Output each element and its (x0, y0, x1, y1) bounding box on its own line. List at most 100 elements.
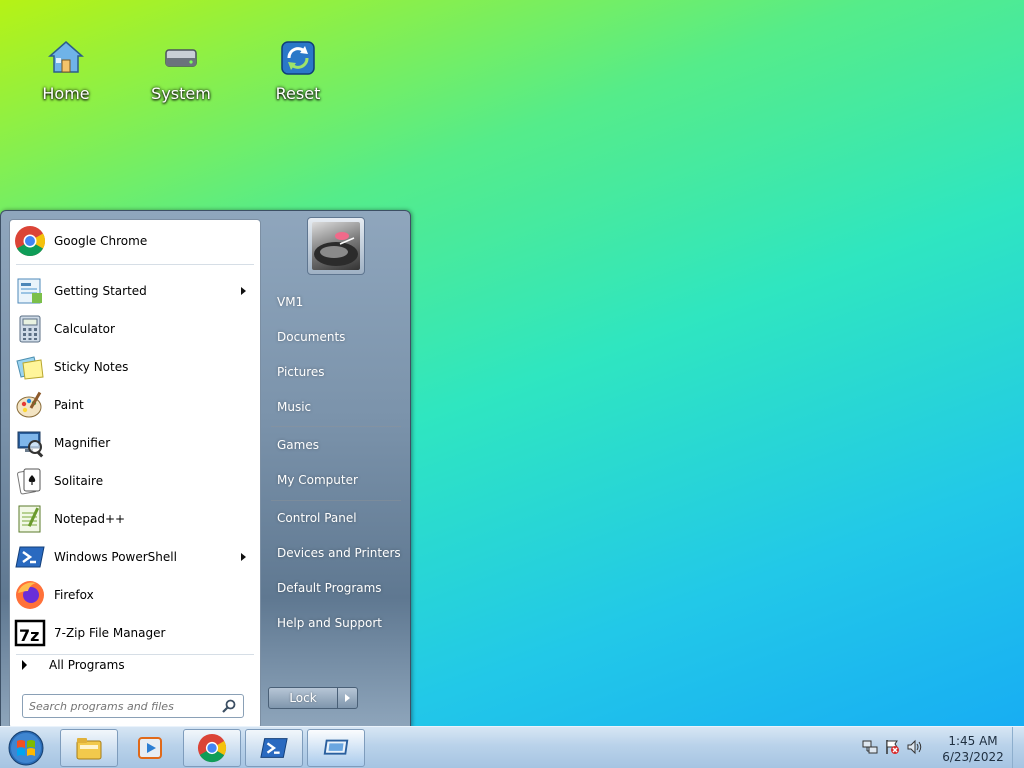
all-programs-label: All Programs (49, 658, 125, 672)
clock-date: 6/23/2022 (942, 750, 1004, 764)
program-magnifier[interactable]: Magnifier (12, 424, 258, 462)
desktop-icon-system[interactable]: System (136, 38, 226, 103)
volume-icon[interactable] (906, 739, 922, 755)
paint-icon (16, 391, 42, 418)
program-firefox[interactable]: Firefox (12, 576, 258, 614)
solitaire-icon (17, 468, 41, 495)
firefox-icon (16, 581, 44, 609)
program-windows-powershell[interactable]: Windows PowerShell (12, 538, 258, 576)
expand-arrow-icon (22, 660, 27, 670)
start-link-label: My Computer (277, 473, 358, 487)
powershell-icon (15, 546, 45, 568)
program-label: 7-Zip File Manager (54, 626, 166, 640)
divider (271, 426, 401, 427)
start-link-label: VM1 (277, 295, 304, 309)
program-label: Sticky Notes (54, 360, 129, 374)
start-link-label: Default Programs (277, 581, 382, 595)
program-label: Solitaire (54, 474, 104, 488)
start-link-control-panel[interactable]: Control Panel (265, 502, 407, 534)
start-link-label: Devices and Printers (277, 546, 401, 560)
start-link-documents[interactable]: Documents (265, 321, 407, 353)
program-solitaire[interactable]: Solitaire (12, 462, 258, 500)
start-link-help-support[interactable]: Help and Support (265, 607, 407, 639)
show-desktop-button[interactable] (1012, 727, 1024, 768)
remote-desktop-icon (323, 739, 349, 755)
program-getting-started[interactable]: Getting Started (12, 272, 258, 310)
user-avatar[interactable] (307, 217, 365, 275)
program-7zip[interactable]: 7z 7-Zip File Manager (12, 614, 258, 652)
calculator-icon (19, 315, 41, 343)
reset-icon (278, 38, 318, 78)
start-link-label: Games (277, 438, 319, 452)
powershell-icon (260, 738, 288, 758)
getting-started-icon (17, 278, 42, 304)
desktop-icon-home[interactable]: Home (21, 38, 111, 103)
desktop-icon-label: Home (42, 84, 90, 103)
start-link-label: Help and Support (277, 616, 382, 630)
svg-text:7z: 7z (19, 626, 39, 645)
program-calculator[interactable]: Calculator (12, 310, 258, 348)
start-link-pictures[interactable]: Pictures (265, 356, 407, 388)
folder-icon (76, 738, 102, 760)
program-label: Firefox (54, 588, 94, 602)
lock-button-group: Lock (268, 687, 358, 709)
start-link-my-computer[interactable]: My Computer (265, 464, 407, 496)
avatar (312, 222, 360, 270)
system-tray (862, 739, 922, 755)
start-link-label: Control Panel (277, 511, 357, 525)
network-icon[interactable] (862, 739, 878, 755)
7zip-icon: 7z (14, 619, 46, 647)
program-label: Paint (54, 398, 84, 412)
taskbar-remote-desktop-button[interactable] (307, 729, 365, 767)
start-link-music[interactable]: Music (265, 391, 407, 423)
clock-time: 1:45 AM (948, 734, 998, 748)
program-sticky-notes[interactable]: Sticky Notes (12, 348, 258, 386)
program-notepadpp[interactable]: Notepad++ (12, 500, 258, 538)
search-input[interactable] (29, 697, 215, 715)
divider (16, 264, 254, 265)
desktop-icon-label: Reset (275, 84, 321, 103)
power-options-arrow-icon[interactable] (345, 694, 350, 702)
program-label: Getting Started (54, 284, 147, 298)
start-menu: Google Chrome Getting Started Calculator… (0, 210, 411, 729)
search-icon[interactable] (221, 698, 237, 714)
taskbar-chrome-button[interactable] (183, 729, 241, 767)
start-link-label: Music (277, 400, 312, 414)
sticky-notes-icon (16, 356, 44, 380)
program-label: Magnifier (54, 436, 111, 450)
desktop-icon-label: System (151, 84, 211, 103)
start-link-default-programs[interactable]: Default Programs (265, 572, 407, 604)
start-link-devices-printers[interactable]: Devices and Printers (265, 537, 407, 569)
program-google-chrome[interactable]: Google Chrome (12, 222, 258, 260)
program-paint[interactable]: Paint (12, 386, 258, 424)
taskbar-explorer-button[interactable] (60, 729, 118, 767)
home-icon (46, 38, 86, 78)
program-label: Windows PowerShell (54, 550, 177, 564)
start-button[interactable] (6, 729, 46, 767)
windows-logo-icon (8, 730, 44, 766)
taskbar-media-player-button[interactable] (121, 729, 179, 767)
chrome-icon (15, 226, 46, 257)
start-link-vm1[interactable]: VM1 (265, 286, 407, 318)
media-player-icon (138, 737, 162, 759)
submenu-arrow-icon (241, 287, 246, 295)
lock-button[interactable]: Lock (269, 691, 337, 705)
taskbar-powershell-button[interactable] (245, 729, 303, 767)
desktop-icon-reset[interactable]: Reset (253, 38, 343, 103)
taskbar-clock[interactable]: 1:45 AM 6/23/2022 (940, 733, 1006, 765)
magnifier-icon (17, 431, 44, 458)
divider (271, 500, 401, 501)
chrome-icon (197, 733, 227, 763)
program-label: Notepad++ (54, 512, 126, 526)
taskbar: 1:45 AM 6/23/2022 (0, 726, 1024, 768)
start-menu-programs-pane: Google Chrome Getting Started Calculator… (9, 219, 261, 729)
system-drive-icon (161, 38, 201, 78)
program-label: Calculator (54, 322, 115, 336)
start-link-label: Documents (277, 330, 346, 344)
submenu-arrow-icon (241, 553, 246, 561)
search-box[interactable] (22, 694, 244, 718)
all-programs-button[interactable]: All Programs (18, 652, 248, 678)
action-center-flag-icon[interactable] (884, 739, 900, 755)
program-label: Google Chrome (54, 234, 148, 248)
start-link-games[interactable]: Games (265, 429, 407, 461)
